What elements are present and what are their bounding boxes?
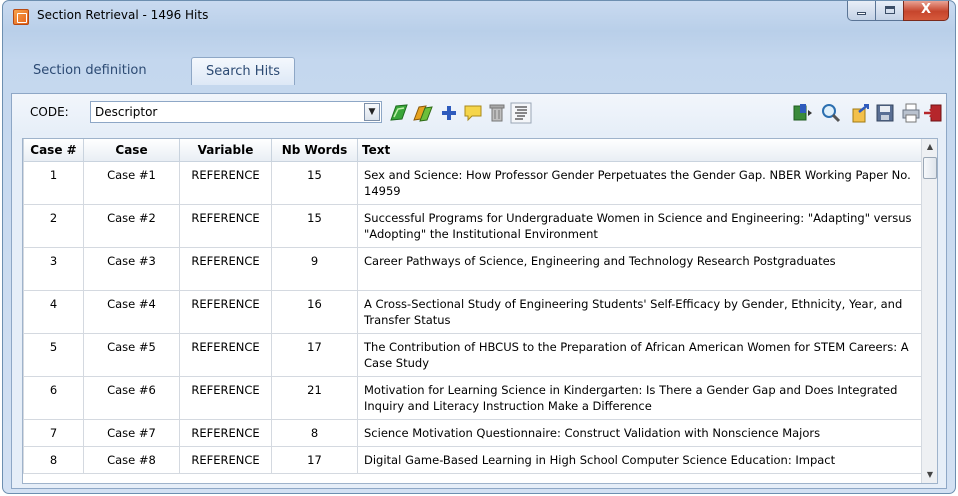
toolbar: CODE: Descriptor ▼ [12,94,946,130]
delete-icon[interactable] [486,102,508,124]
exit-icon[interactable] [922,102,944,124]
code-select[interactable]: Descriptor ▼ [90,101,382,123]
save-icon[interactable] [874,102,896,124]
tag-green-icon[interactable] [388,102,410,124]
cell-case: Case #2 [83,203,180,248]
column-header-case-num[interactable]: Case # [23,139,84,162]
window-title: Section Retrieval - 1496 Hits [37,8,209,22]
cell-nb-words: 9 [271,246,358,291]
cell-case-num: 7 [23,418,84,447]
table-row[interactable]: 4 Case #4 REFERENCE 16 A Cross-Sectional… [23,289,924,334]
close-button[interactable]: X [903,1,949,21]
tab-search-hits[interactable]: Search Hits [191,57,296,85]
table-row[interactable]: 7 Case #7 REFERENCE 8 Science Motivation… [23,418,924,447]
zoom-icon[interactable] [820,102,842,124]
code-label: CODE: [30,105,69,119]
cell-case-num: 3 [23,246,84,291]
column-header-variable[interactable]: Variable [179,139,272,162]
cell-nb-words: 8 [271,418,358,447]
scroll-down-icon[interactable]: ▼ [922,467,937,483]
cell-case: Case #5 [83,332,180,377]
cell-variable: REFERENCE [179,418,272,447]
column-header-text[interactable]: Text [357,139,924,162]
report-icon[interactable] [850,102,872,124]
hits-grid[interactable]: Case # Case Variable Nb Words Text 1 Cas… [22,138,938,484]
cell-variable: REFERENCE [179,246,272,291]
print-icon[interactable] [900,102,922,124]
cell-text: Successful Programs for Undergraduate Wo… [357,203,924,248]
tag-multi-icon[interactable] [412,102,434,124]
table-row[interactable]: 6 Case #6 REFERENCE 21 Motivation for Le… [23,375,924,420]
cell-text: The Contribution of HBCUS to the Prepara… [357,332,924,377]
cell-nb-words: 15 [271,203,358,248]
cell-case: Case #4 [83,289,180,334]
cell-case: Case #6 [83,375,180,420]
cell-text: Motivation for Learning Science in Kinde… [357,375,924,420]
tab-section-definition[interactable]: Section definition [19,57,161,85]
cell-case: Case #1 [83,160,180,205]
minimize-icon [857,12,866,15]
cell-text: Science Motivation Questionnaire: Constr… [357,418,924,447]
vertical-scrollbar[interactable]: ▲ ▼ [921,139,937,483]
minimize-button[interactable] [847,1,875,21]
table-row[interactable]: 5 Case #5 REFERENCE 17 The Contribution … [23,332,924,377]
cell-variable: REFERENCE [179,332,272,377]
column-header-case[interactable]: Case [83,139,180,162]
cell-case-num: 2 [23,203,84,248]
cell-text: Sex and Science: How Professor Gender Pe… [357,160,924,205]
cell-nb-words: 17 [271,332,358,377]
cell-case-num: 5 [23,332,84,377]
cell-nb-words: 21 [271,375,358,420]
column-header-nb-words[interactable]: Nb Words [271,139,358,162]
cell-text: A Cross-Sectional Study of Engineering S… [357,289,924,334]
export-excel-icon[interactable] [792,102,814,124]
scrollbar-thumb[interactable] [923,157,937,179]
table-row[interactable]: 3 Case #3 REFERENCE 9 Career Pathways of… [23,246,924,291]
cell-case: Case #8 [83,445,180,474]
close-icon: X [920,2,932,17]
scroll-up-icon[interactable]: ▲ [922,139,937,155]
comment-icon[interactable] [462,102,484,124]
cell-nb-words: 17 [271,445,358,474]
table-row[interactable]: 2 Case #2 REFERENCE 15 Successful Progra… [23,203,924,248]
table-row[interactable]: 1 Case #1 REFERENCE 15 Sex and Science: … [23,160,924,205]
cell-variable: REFERENCE [179,445,272,474]
dropdown-arrow-icon[interactable]: ▼ [364,103,380,121]
cell-text: Career Pathways of Science, Engineering … [357,246,924,291]
search-hits-panel: CODE: Descriptor ▼ Case # Case Variable … [11,93,947,489]
app-icon [13,9,29,25]
cell-case: Case #3 [83,246,180,291]
window: Section Retrieval - 1496 Hits X Section … [2,0,956,494]
cell-case-num: 6 [23,375,84,420]
cell-variable: REFERENCE [179,289,272,334]
maximize-button[interactable] [875,1,903,21]
code-select-value: Descriptor [95,105,158,119]
hits-table: Case # Case Variable Nb Words Text 1 Cas… [23,139,924,474]
maximize-icon [885,6,895,14]
cell-variable: REFERENCE [179,160,272,205]
title-bar[interactable]: Section Retrieval - 1496 Hits X [3,1,955,31]
cell-nb-words: 16 [271,289,358,334]
cell-text: Digital Game-Based Learning in High Scho… [357,445,924,474]
table-row[interactable]: 8 Case #8 REFERENCE 17 Digital Game-Base… [23,445,924,474]
format-icon[interactable] [510,102,532,124]
cell-variable: REFERENCE [179,375,272,420]
cell-case-num: 4 [23,289,84,334]
add-icon[interactable] [438,102,460,124]
cell-nb-words: 15 [271,160,358,205]
cell-case-num: 1 [23,160,84,205]
cell-case-num: 8 [23,445,84,474]
cell-case: Case #7 [83,418,180,447]
cell-variable: REFERENCE [179,203,272,248]
